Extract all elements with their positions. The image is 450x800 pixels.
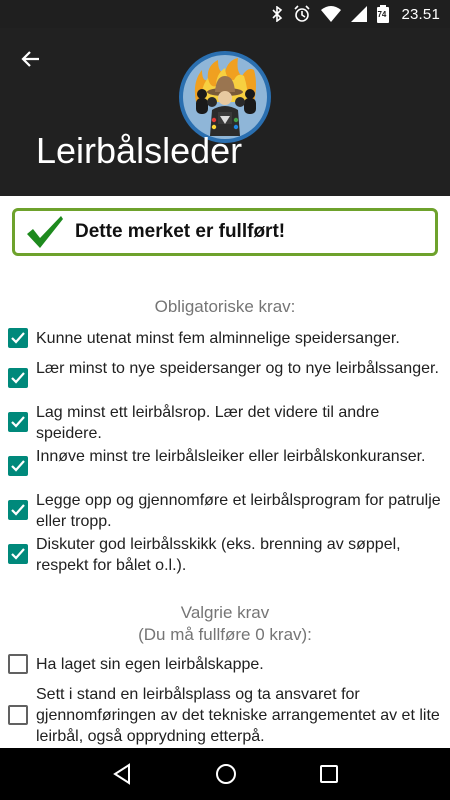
optional-heading: Valgrie krav <box>180 603 270 622</box>
square-recents-icon <box>320 765 339 783</box>
battery-level: 74 <box>377 10 387 19</box>
battery-icon: 74 <box>377 5 390 23</box>
triangle-back-icon <box>112 763 130 785</box>
requirement-label: Legge opp og gjennomføre et leirbålsprog… <box>36 492 441 530</box>
checkbox-unchecked[interactable] <box>8 654 28 674</box>
requirement-label: Lær minst to nye speidersanger og to nye… <box>36 360 439 377</box>
checkbox-unchecked[interactable] <box>8 705 28 725</box>
optional-subheading: (Du må fullføre 0 krav): <box>138 625 312 644</box>
requirement-item[interactable]: Sett i stand en leirbålsplass og ta ansv… <box>8 684 442 747</box>
requirement-item[interactable]: Ha laget sin egen leirbålskappe. <box>8 654 442 675</box>
checkbox-checked[interactable] <box>8 456 28 476</box>
bluetooth-icon <box>271 6 283 22</box>
checkmark-icon <box>27 216 63 248</box>
page-title: Leirbålsleder <box>36 130 243 171</box>
arrow-left-icon <box>21 51 39 67</box>
requirement-item[interactable]: Innøve minst tre leirbålsleiker eller le… <box>8 446 442 476</box>
nav-recents-button[interactable] <box>320 765 339 783</box>
completed-banner-text: Dette merket er fullført! <box>75 221 286 242</box>
badge-detail-content[interactable]: Dette merket er fullført! Obligatoriske … <box>0 196 450 748</box>
status-icons: 74 <box>271 5 390 23</box>
nav-back-button[interactable] <box>112 763 132 785</box>
requirement-label: Lag minst ett leirbålsrop. Lær det vider… <box>36 404 380 442</box>
signal-icon <box>351 6 368 22</box>
requirement-label: Kunne utenat minst fem alminnelige speid… <box>36 330 400 347</box>
checkbox-checked[interactable] <box>8 328 28 348</box>
back-button[interactable] <box>14 42 48 76</box>
requirement-label: Ha laget sin egen leirbålskappe. <box>36 656 264 673</box>
nav-home-button[interactable] <box>215 763 237 785</box>
requirement-label: Sett i stand en leirbålsplass og ta ansv… <box>36 686 440 745</box>
requirement-item[interactable]: Diskuter god leirbålsskikk (eks. brennin… <box>8 534 442 576</box>
circle-home-icon <box>215 764 236 784</box>
requirement-item[interactable]: Legge opp og gjennomføre et leirbålsprog… <box>8 490 442 532</box>
requirement-label: Diskuter god leirbålsskikk (eks. brennin… <box>36 536 401 574</box>
requirement-item[interactable]: Lær minst to nye speidersanger og to nye… <box>8 358 442 388</box>
status-bar: 74 23.51 <box>0 0 450 28</box>
system-nav-bar <box>0 748 450 800</box>
checkbox-checked[interactable] <box>8 368 28 388</box>
checkbox-checked[interactable] <box>8 412 28 432</box>
mandatory-heading: Obligatoriske krav: <box>154 297 296 316</box>
checkbox-checked[interactable] <box>8 544 28 564</box>
requirement-item[interactable]: Lag minst ett leirbålsrop. Lær det vider… <box>8 402 442 444</box>
alarm-icon <box>293 5 311 23</box>
wifi-icon <box>321 6 342 22</box>
requirement-item[interactable]: Kunne utenat minst fem alminnelige speid… <box>8 328 442 349</box>
requirement-label: Innøve minst tre leirbålsleiker eller le… <box>36 448 426 465</box>
checkbox-checked[interactable] <box>8 500 28 520</box>
app-header: Leirbålsleder <box>0 28 450 196</box>
completed-banner: Dette merket er fullført! <box>12 208 438 256</box>
clock: 23.51 <box>401 5 440 23</box>
